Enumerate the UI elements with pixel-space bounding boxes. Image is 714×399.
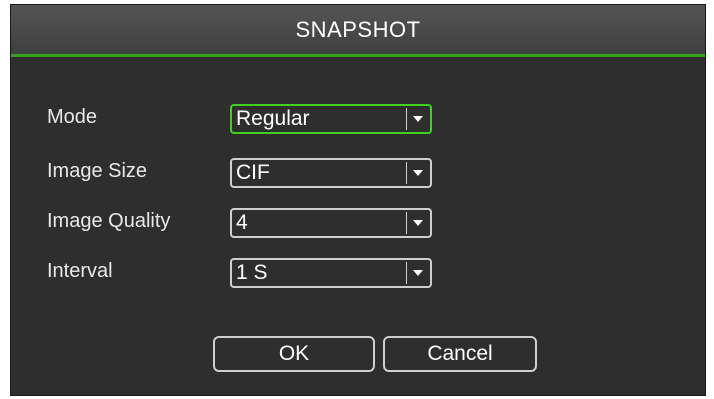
mode-select[interactable]: Regular <box>230 104 432 134</box>
snapshot-dialog: SNAPSHOT Mode Regular Image Size CIF Ima… <box>10 4 706 396</box>
image-size-value: CIF <box>236 161 270 184</box>
interval-label: Interval <box>47 260 113 282</box>
mode-label: Mode <box>47 106 98 128</box>
interval-value: 1 S <box>236 261 268 284</box>
interval-select[interactable]: 1 S <box>230 258 432 288</box>
chevron-down-icon[interactable] <box>406 162 428 184</box>
image-quality-select[interactable]: 4 <box>230 208 432 238</box>
cancel-button[interactable]: Cancel <box>383 336 537 372</box>
mode-value: Regular <box>236 107 310 130</box>
ok-button[interactable]: OK <box>213 336 375 372</box>
chevron-down-icon[interactable] <box>406 108 428 130</box>
image-quality-value: 4 <box>236 211 248 234</box>
image-quality-label: Image Quality <box>47 210 171 232</box>
chevron-down-icon[interactable] <box>406 262 428 284</box>
image-size-label: Image Size <box>47 160 148 182</box>
chevron-down-icon[interactable] <box>406 212 428 234</box>
dialog-title: SNAPSHOT <box>295 16 421 42</box>
dialog-titlebar: SNAPSHOT <box>11 5 705 57</box>
image-size-select[interactable]: CIF <box>230 158 432 188</box>
